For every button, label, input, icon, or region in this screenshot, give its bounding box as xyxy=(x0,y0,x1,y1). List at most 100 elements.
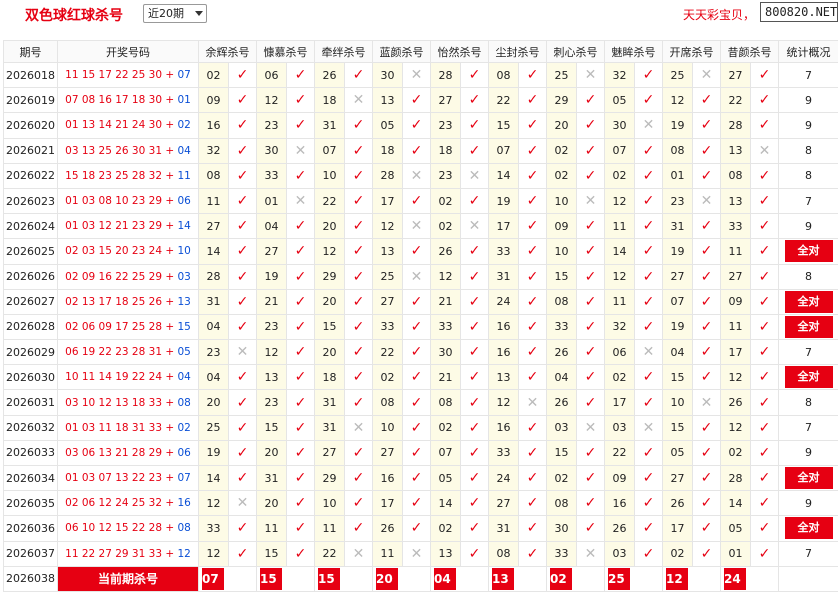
check-icon: ✓ xyxy=(692,238,721,265)
kill-number-cell: 17 xyxy=(372,490,403,517)
check-icon: ✓ xyxy=(692,490,721,517)
check-icon: ✓ xyxy=(758,268,771,285)
check-icon: ✓ xyxy=(286,263,315,290)
check-icon: ✓ xyxy=(642,92,655,109)
kill-number-cell: 11 xyxy=(372,540,403,567)
check-icon: ✓ xyxy=(286,464,315,492)
kill-number-cell: 01 xyxy=(256,187,287,215)
kill-number-cell: 17 xyxy=(604,389,635,416)
draw-numbers-cell: 02 06 12 24 25 32 + 16 xyxy=(57,490,199,517)
kill-number-table: 期号 开奖号码 余辉杀号 慷慕杀号 牵绊杀号 蓝颜杀号 怡然杀号 尘封杀号 刺心杀号 魅眸杀号… xyxy=(3,40,838,592)
cross-icon: ✕ xyxy=(692,389,721,416)
kill-number-cell: 31 xyxy=(314,414,345,441)
red-balls: 06 10 12 15 22 28 xyxy=(65,522,162,535)
check-icon: ✓ xyxy=(526,419,539,436)
check-icon: ✓ xyxy=(236,318,249,335)
check-icon: ✓ xyxy=(518,364,547,391)
draw-numbers-cell: 03 10 12 13 18 33 + 08 xyxy=(57,389,199,416)
check-icon: ✓ xyxy=(526,444,539,461)
kill-number-cell: 26 xyxy=(314,61,345,89)
check-icon: ✓ xyxy=(576,439,605,467)
kill-number-cell: 08 xyxy=(430,389,461,416)
all-correct-badge: 全对 xyxy=(784,315,833,338)
check-icon: ✓ xyxy=(526,117,539,134)
kill-number-cell: 16 xyxy=(488,414,519,441)
check-icon: ✓ xyxy=(584,142,597,159)
red-balls: 15 18 23 25 28 32 xyxy=(65,169,162,182)
check-icon: ✓ xyxy=(344,364,373,391)
kill-number-cell: 04 xyxy=(256,213,287,240)
check-icon: ✓ xyxy=(576,213,605,240)
stat-cell: 全对 xyxy=(778,238,838,265)
check-icon: ✓ xyxy=(642,470,655,487)
cross-icon: ✕ xyxy=(410,218,423,235)
page-title: 双色球红球杀号 xyxy=(25,8,123,24)
kill-number-cell: 08 xyxy=(488,540,519,567)
current-kill-number: 02 xyxy=(550,567,572,590)
check-icon: ✓ xyxy=(468,369,481,386)
check-icon: ✓ xyxy=(236,243,249,260)
draw-numbers-cell: 06 10 12 15 22 28 + 08 xyxy=(57,515,199,542)
check-icon: ✓ xyxy=(468,92,481,109)
check-icon: ✓ xyxy=(758,117,771,134)
check-icon: ✓ xyxy=(518,288,547,315)
check-icon: ✓ xyxy=(634,540,663,567)
check-icon: ✓ xyxy=(236,419,249,436)
check-icon: ✓ xyxy=(402,87,431,114)
draw-numbers-cell: 02 06 09 17 25 28 + 15 xyxy=(57,313,199,341)
check-icon: ✓ xyxy=(468,344,481,361)
cross-icon: ✕ xyxy=(228,339,257,366)
check-icon: ✓ xyxy=(758,419,771,436)
blue-ball: 10 xyxy=(177,245,191,258)
kill-number-cell: 02 xyxy=(720,439,751,467)
draw-numbers-cell: 07 08 16 17 18 30 + 01 xyxy=(57,87,199,114)
check-icon: ✓ xyxy=(518,339,547,366)
check-icon: ✓ xyxy=(352,495,365,512)
check-icon: ✓ xyxy=(758,495,771,512)
kill-number-cell: 23 xyxy=(256,313,287,341)
kill-number-cell: 25 xyxy=(198,414,229,441)
period-select[interactable]: 近20期 xyxy=(143,4,207,23)
cross-icon: ✕ xyxy=(642,117,655,134)
check-icon: ✓ xyxy=(750,439,779,467)
header-expert: 昔颜杀号 xyxy=(720,40,779,63)
check-icon: ✓ xyxy=(294,167,307,184)
check-icon: ✓ xyxy=(402,339,431,366)
check-icon: ✓ xyxy=(410,369,423,386)
cross-icon: ✕ xyxy=(352,92,365,109)
kill-number-cell: 19 xyxy=(662,112,693,139)
check-icon: ✓ xyxy=(750,313,779,341)
cross-icon: ✕ xyxy=(584,419,597,436)
kill-number-cell: 07 xyxy=(314,137,345,164)
check-icon: ✓ xyxy=(352,218,365,235)
cross-icon: ✕ xyxy=(700,193,713,210)
check-icon: ✓ xyxy=(526,193,539,210)
issue-cell: 2026033 xyxy=(3,439,58,467)
current-kill-number: 25 xyxy=(608,567,630,590)
current-kill-number: 15 xyxy=(260,567,282,590)
check-icon: ✓ xyxy=(402,389,431,416)
current-kill-number: 07 xyxy=(202,567,224,590)
cross-icon: ✕ xyxy=(402,162,431,189)
site-link[interactable]: 800820.NET xyxy=(760,2,838,22)
kill-number-cell: 20 xyxy=(314,339,345,366)
kill-number-cell: 03 xyxy=(546,414,577,441)
cross-icon: ✕ xyxy=(634,414,663,441)
cross-icon: ✕ xyxy=(410,545,423,562)
check-icon: ✓ xyxy=(402,464,431,492)
kill-number-cell: 11 xyxy=(256,515,287,542)
check-icon: ✓ xyxy=(236,142,249,159)
check-icon: ✓ xyxy=(402,515,431,542)
table-row: 2026031 03 10 12 13 18 33 + 08 20 ✓ 23 ✓ 31 ✓ 08… xyxy=(3,389,838,416)
check-icon: ✓ xyxy=(758,167,771,184)
cross-icon: ✕ xyxy=(236,344,249,361)
kill-number-cell: 11 xyxy=(198,187,229,215)
issue-cell: 2026028 xyxy=(3,313,58,341)
kill-number-cell: 15 xyxy=(546,263,577,290)
check-icon: ✓ xyxy=(352,369,365,386)
check-icon: ✓ xyxy=(236,117,249,134)
kill-number-cell: 26 xyxy=(604,515,635,542)
check-icon: ✓ xyxy=(750,213,779,240)
kill-number-cell: 31 xyxy=(314,389,345,416)
check-icon: ✓ xyxy=(286,213,315,240)
